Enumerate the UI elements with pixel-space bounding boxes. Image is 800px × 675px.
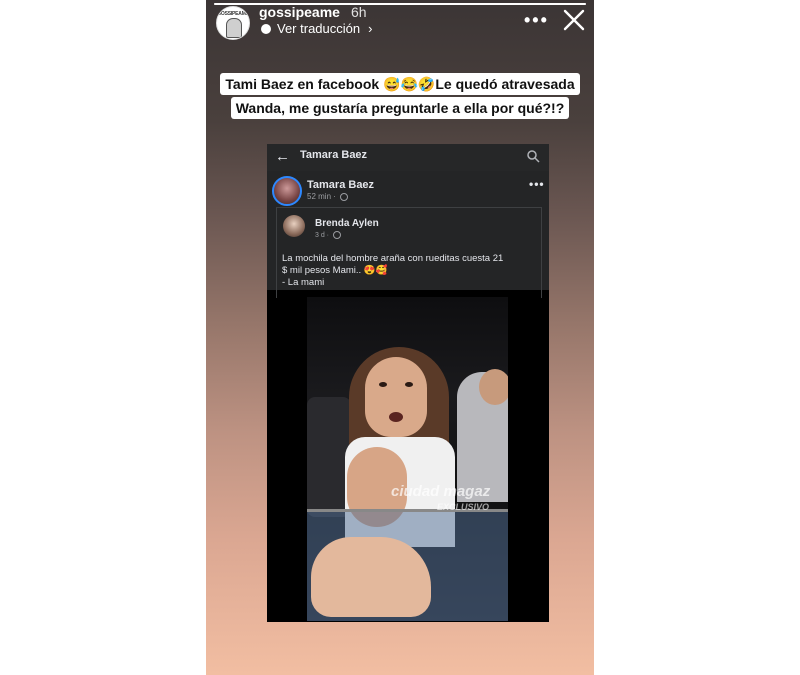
- back-arrow-icon: ←: [275, 148, 290, 165]
- shared-author-name: Brenda Aylen: [315, 218, 379, 229]
- fb-post: Tamara Baez 52 min · ••• Brenda Aylen 3 …: [267, 171, 549, 298]
- story-timestamp: 6h: [351, 4, 367, 20]
- story-caption: Tami Baez en facebook 😅😂🤣Le quedó atrave…: [206, 73, 594, 119]
- fb-header-title: Tamara Baez: [300, 149, 368, 161]
- caption-line-2: Wanda, me gustaría preguntarle a ella po…: [230, 97, 570, 119]
- shared-time: 3 d ·: [315, 231, 341, 239]
- woman-face: [365, 357, 427, 437]
- profile-avatar[interactable]: GOSSIPEAME: [216, 6, 250, 40]
- avatar-figure-icon: [226, 18, 242, 38]
- shared-post-text: La mochila del hombre araña con rueditas…: [282, 253, 532, 289]
- avatar-logo-text: GOSSIPEAME: [217, 11, 249, 17]
- story-viewer: GOSSIPEAME gossipeame 6h Ver traducción …: [206, 0, 594, 675]
- shared-time-text: 3 d ·: [315, 231, 330, 239]
- video-frame: ciudad magaz EXCLUSIVO: [307, 297, 508, 621]
- video-watermark: ciudad magaz: [391, 483, 491, 500]
- more-options-icon[interactable]: •••: [524, 10, 549, 31]
- translate-label: Ver traducción: [277, 21, 361, 36]
- fb-header: ← Tamara Baez: [267, 144, 549, 171]
- shared-text-line-1: La mochila del hombre araña con rueditas…: [282, 253, 504, 264]
- post-author-avatar: [272, 176, 302, 206]
- post-time: 52 min ·: [307, 192, 349, 201]
- story-username[interactable]: gossipeame: [259, 4, 340, 20]
- post-time-text: 52 min ·: [307, 192, 336, 201]
- mouth: [389, 412, 403, 422]
- passenger-head: [479, 369, 508, 405]
- globe-icon: [332, 231, 341, 239]
- translate-icon: [261, 23, 271, 34]
- shared-post: Brenda Aylen 3 d · La mochila del hombre…: [276, 207, 542, 298]
- video-watermark-sub: EXCLUSIVO: [437, 502, 490, 512]
- close-icon[interactable]: [563, 9, 585, 31]
- post-author-name: Tamara Baez: [307, 179, 375, 191]
- shared-author-avatar: [283, 215, 305, 237]
- globe-icon: [340, 192, 349, 201]
- shared-text-line-2: $ mil pesos Mami.. 😍🥰: [282, 265, 388, 276]
- facebook-screenshot: ← Tamara Baez Tamara Baez 52 min · ••• B…: [267, 144, 549, 622]
- search-icon: [527, 150, 540, 163]
- shared-text-line-3: - La mami: [282, 277, 325, 288]
- translate-link[interactable]: Ver traducción ›: [261, 21, 372, 36]
- eye: [405, 382, 413, 387]
- eye: [379, 382, 387, 387]
- chevron-right-icon: ›: [368, 21, 373, 36]
- post-more-icon: •••: [529, 177, 545, 191]
- hand: [311, 537, 431, 617]
- caption-line-1: Tami Baez en facebook 😅😂🤣Le quedó atrave…: [220, 73, 580, 95]
